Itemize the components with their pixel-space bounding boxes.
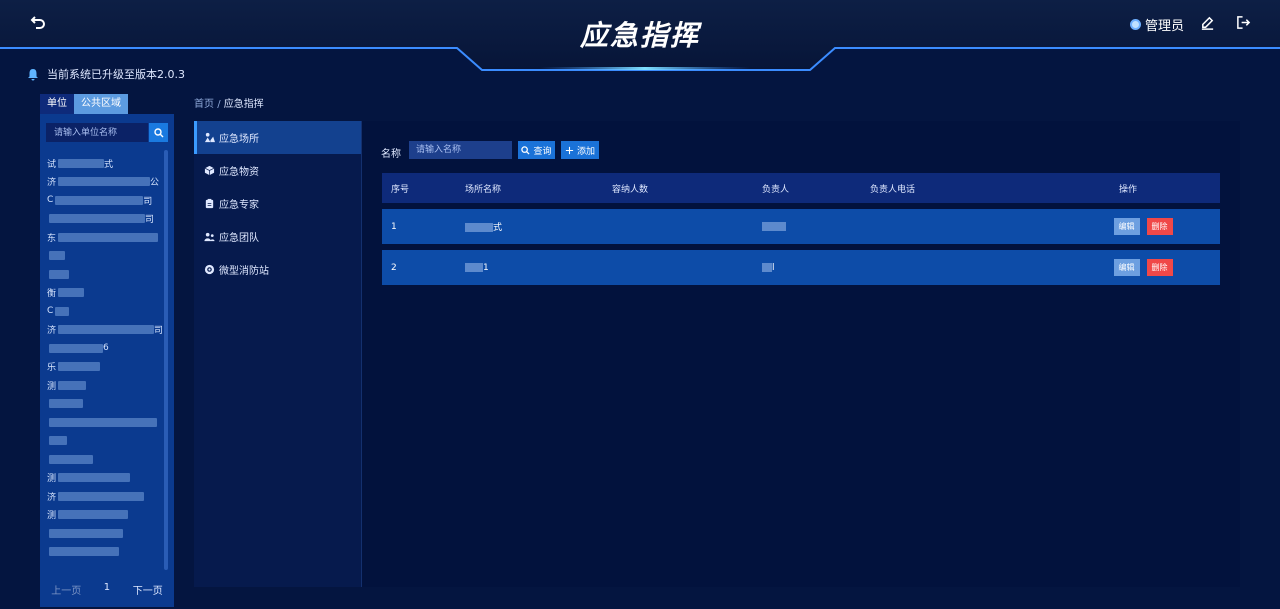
tab-unit[interactable]: 单位 xyxy=(40,94,74,114)
column-header: 负责人电话 xyxy=(870,184,916,195)
menu-item-fire-stations[interactable]: 微型消防站 xyxy=(194,253,361,286)
unit-pager: 上一页 1 下一页 xyxy=(40,582,174,597)
user-icon xyxy=(1129,19,1141,30)
list-item[interactable]: 试式 xyxy=(47,154,165,173)
column-header: 负责人 xyxy=(762,184,790,195)
list-item[interactable] xyxy=(47,450,165,469)
list-item[interactable]: 测 xyxy=(47,376,165,395)
list-item[interactable]: 东 xyxy=(47,228,165,247)
left-tabs: 单位 公共区域 xyxy=(40,94,128,114)
page-title: 应急指挥 xyxy=(579,19,700,52)
user-menu[interactable]: 管理员 xyxy=(1129,15,1184,34)
person-in-charge xyxy=(742,221,866,232)
table-header: 序号 场所名称 容纳人数 负责人 负责人电话 操作 xyxy=(382,173,1220,203)
notice-text: 当前系统已升级至版本2.0.3 xyxy=(47,68,185,81)
column-header: 容纳人数 xyxy=(612,184,649,195)
search-icon xyxy=(521,145,531,155)
query-button[interactable]: 查询 xyxy=(518,141,555,159)
row-actions: 编辑 删除 xyxy=(1036,259,1220,276)
list-item[interactable]: 衡 xyxy=(47,284,165,303)
list-item[interactable]: 测 xyxy=(47,506,165,525)
list-item[interactable]: 乐 xyxy=(47,358,165,377)
row-index: 1 xyxy=(391,221,397,232)
place-icon xyxy=(204,132,215,143)
edit-button[interactable]: 编辑 xyxy=(1113,218,1140,235)
logout-icon[interactable] xyxy=(1236,15,1252,31)
add-button-label: 添加 xyxy=(576,146,595,157)
table-row: 1 式 编辑 删除 xyxy=(382,209,1220,244)
user-name: 管理员 xyxy=(1144,19,1184,34)
name-filter-label: 名称 xyxy=(381,149,401,160)
list-item[interactable]: 济司 xyxy=(47,321,165,340)
fire-station-icon xyxy=(204,264,215,275)
unit-list-scrollbar[interactable] xyxy=(164,150,168,570)
list-item[interactable] xyxy=(47,432,165,451)
column-header: 操作 xyxy=(1118,184,1137,195)
list-item[interactable]: 6 xyxy=(47,339,165,358)
edit-button[interactable]: 编辑 xyxy=(1113,259,1140,276)
places-table: 序号 场所名称 容纳人数 负责人 负责人电话 操作 1 式 编辑 删除 2 1 … xyxy=(382,173,1220,285)
search-icon xyxy=(153,127,163,137)
row-actions: 编辑 删除 xyxy=(1036,218,1220,235)
query-button-label: 查询 xyxy=(533,146,552,157)
list-item[interactable] xyxy=(47,413,165,432)
place-name: 1 xyxy=(444,262,592,273)
unit-search-button[interactable] xyxy=(149,123,168,142)
header: 应急指挥 管理员 xyxy=(0,0,1280,72)
list-item[interactable]: 测 xyxy=(47,469,165,488)
team-icon xyxy=(204,232,215,242)
list-item[interactable]: 济 xyxy=(47,487,165,506)
person-in-charge: l xyxy=(742,262,866,273)
prev-page-button[interactable]: 上一页 xyxy=(51,582,81,597)
breadcrumb-current: 应急指挥 xyxy=(223,99,264,110)
list-item[interactable] xyxy=(47,543,165,562)
menu-item-label: 应急物资 xyxy=(219,167,259,178)
list-item[interactable]: 司 xyxy=(47,210,165,229)
unit-list: 试式 济公 C司 司 东 衡 C 济司 6 乐 测 测 济 测 xyxy=(47,154,165,561)
bell-icon xyxy=(28,68,38,80)
menu-item-label: 应急团队 xyxy=(219,233,259,244)
column-header: 场所名称 xyxy=(465,184,502,195)
name-filter-input[interactable] xyxy=(409,141,512,159)
breadcrumb: 首页 / 应急指挥 xyxy=(194,95,264,110)
emergency-menu: 应急场所 应急物资 应急专家 应急团队 微型消防站 xyxy=(194,121,362,587)
unit-search-input[interactable] xyxy=(46,123,148,142)
column-header: 序号 xyxy=(391,184,410,195)
menu-item-label: 应急专家 xyxy=(219,200,259,211)
place-name: 式 xyxy=(444,220,592,233)
current-page: 1 xyxy=(103,582,111,593)
expert-icon xyxy=(205,198,214,209)
menu-item-label: 微型消防站 xyxy=(219,266,269,277)
list-item[interactable] xyxy=(47,247,165,266)
system-notice: 当前系统已升级至版本2.0.3 xyxy=(27,66,185,82)
list-item[interactable]: C xyxy=(47,302,165,321)
menu-item-label: 应急场所 xyxy=(219,134,259,145)
list-item[interactable] xyxy=(47,524,165,543)
delete-button[interactable]: 删除 xyxy=(1146,218,1173,235)
edit-icon[interactable] xyxy=(1200,15,1216,31)
menu-item-supplies[interactable]: 应急物资 xyxy=(194,154,361,187)
delete-button[interactable]: 删除 xyxy=(1146,259,1173,276)
plus-icon xyxy=(565,146,574,154)
menu-item-teams[interactable]: 应急团队 xyxy=(194,220,361,253)
menu-item-places[interactable]: 应急场所 xyxy=(194,121,361,154)
breadcrumb-separator: / xyxy=(217,99,221,110)
list-item[interactable] xyxy=(47,395,165,414)
list-item[interactable]: C司 xyxy=(47,191,165,210)
table-row: 2 1 l 编辑 删除 xyxy=(382,250,1220,285)
next-page-button[interactable]: 下一页 xyxy=(133,582,163,597)
tab-public-area[interactable]: 公共区域 xyxy=(74,94,128,114)
content-area: 名称 查询 添加 序号 场所名称 容纳人数 负责人 负责人电话 操作 1 式 编… xyxy=(362,121,1240,587)
breadcrumb-home[interactable]: 首页 xyxy=(194,99,214,110)
box-icon xyxy=(204,165,215,176)
list-item[interactable] xyxy=(47,265,165,284)
unit-panel: 试式 济公 C司 司 东 衡 C 济司 6 乐 测 测 济 测 上一页 1 下一… xyxy=(40,114,174,607)
row-index: 2 xyxy=(391,262,397,273)
list-item[interactable]: 济公 xyxy=(47,173,165,192)
menu-item-experts[interactable]: 应急专家 xyxy=(194,187,361,220)
add-button[interactable]: 添加 xyxy=(561,141,599,159)
